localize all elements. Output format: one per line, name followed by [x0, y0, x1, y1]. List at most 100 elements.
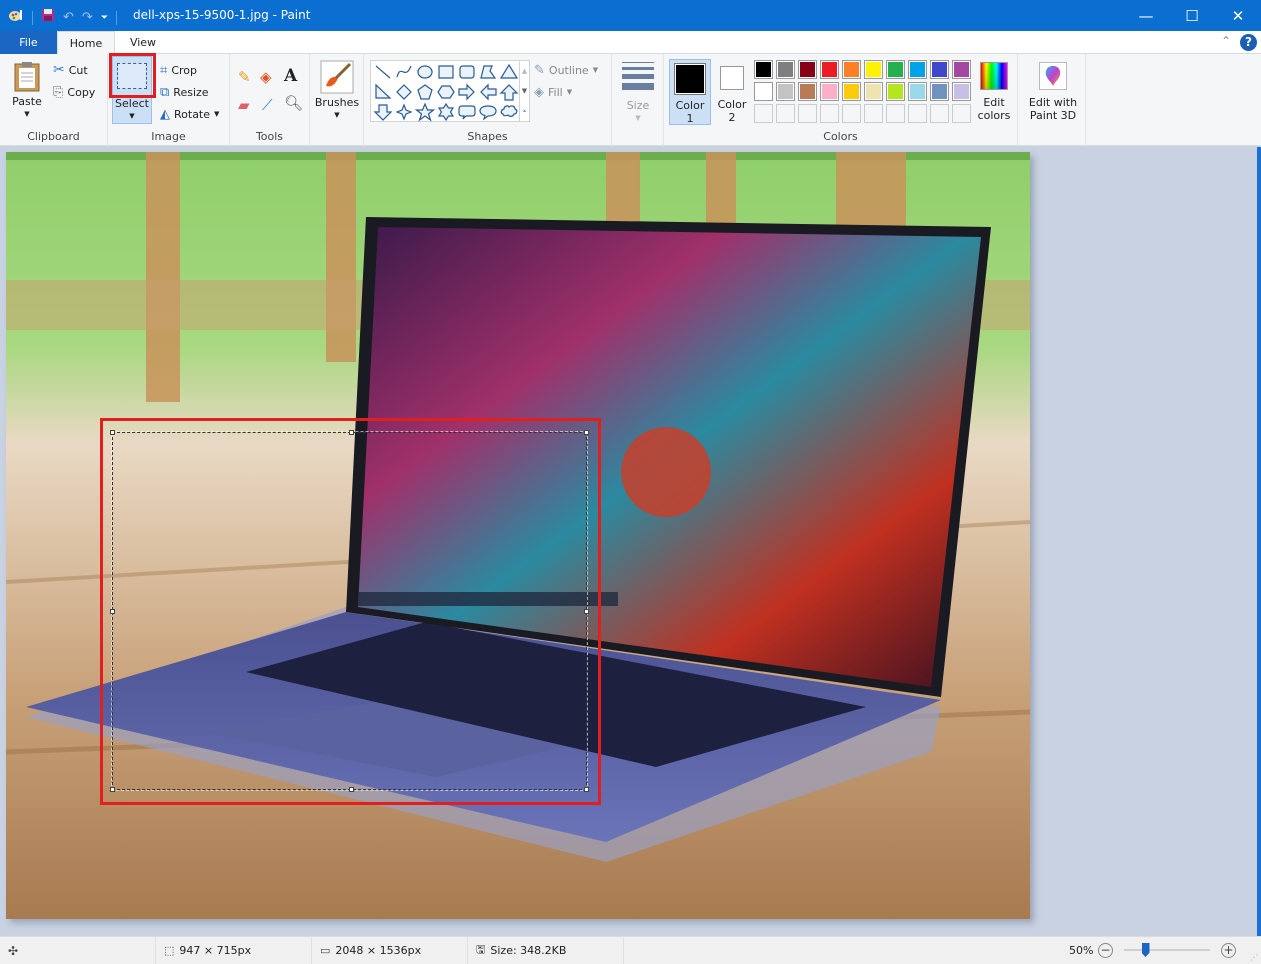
tab-file[interactable]: File	[0, 31, 57, 54]
palette-color-swatch[interactable]	[886, 82, 905, 101]
copy-button[interactable]: ⎘ Copy	[53, 82, 95, 102]
selection-handle[interactable]	[110, 430, 115, 435]
scroll-up-icon[interactable]: ▲	[520, 61, 529, 81]
maximize-button[interactable]: ☐	[1169, 0, 1215, 31]
cut-button[interactable]: ✂ Cut	[53, 60, 88, 80]
brushes-button[interactable]: Brushes ▼	[314, 58, 360, 124]
zoom-slider[interactable]	[1124, 943, 1210, 957]
palette-color-swatch[interactable]	[820, 60, 839, 79]
color-picker-icon[interactable]: ⟋	[262, 96, 273, 114]
palette-color-swatch[interactable]	[798, 82, 817, 101]
expand-gallery-icon[interactable]: ⩡	[520, 101, 529, 121]
fill-button[interactable]: ◈ Fill ▼	[534, 82, 572, 102]
palette-color-swatch[interactable]	[776, 60, 795, 79]
zoom-in-button[interactable]: +	[1221, 943, 1236, 958]
selection-marquee[interactable]	[110, 430, 589, 792]
rectangle-shape-icon[interactable]	[438, 65, 454, 79]
outline-button[interactable]: ✎ Outline ▼	[534, 60, 598, 80]
tab-home[interactable]: Home	[57, 31, 115, 55]
oval-shape-icon[interactable]	[417, 65, 433, 79]
curve-shape-icon[interactable]	[396, 65, 412, 78]
palette-color-swatch[interactable]	[776, 82, 795, 101]
left-arrow-shape-icon[interactable]	[480, 83, 497, 101]
color1-button[interactable]: Color 1	[669, 59, 711, 125]
five-point-star-shape-icon[interactable]	[414, 102, 436, 122]
palette-color-swatch[interactable]	[908, 82, 927, 101]
palette-color-swatch[interactable]	[952, 60, 971, 79]
palette-color-swatch[interactable]	[754, 82, 773, 101]
cloud-callout-shape-icon[interactable]	[500, 105, 518, 117]
custom-color-slot[interactable]	[842, 104, 861, 123]
eraser-icon[interactable]: ▰	[238, 96, 250, 114]
selection-handle[interactable]	[584, 787, 589, 792]
magnifier-icon[interactable]: 🔍︎	[284, 94, 303, 112]
custom-color-slot[interactable]	[820, 104, 839, 123]
zoom-slider-thumb[interactable]	[1141, 943, 1150, 957]
palette-color-swatch[interactable]	[952, 82, 971, 101]
custom-color-slot[interactable]	[798, 104, 817, 123]
palette-color-swatch[interactable]	[930, 60, 949, 79]
pentagon-shape-icon[interactable]	[417, 84, 433, 100]
palette-color-swatch[interactable]	[864, 60, 883, 79]
shapes-gallery-scroll[interactable]: ▲ ▼ ⩡	[520, 60, 530, 122]
custom-color-slot[interactable]	[754, 104, 773, 123]
right-triangle-shape-icon[interactable]	[375, 83, 392, 99]
palette-color-swatch[interactable]	[886, 60, 905, 79]
selection-handle[interactable]	[349, 430, 354, 435]
selection-handle[interactable]	[584, 430, 589, 435]
polygon-shape-icon[interactable]	[480, 65, 497, 79]
custom-color-slot[interactable]	[776, 104, 795, 123]
line-shape-icon[interactable]	[375, 65, 391, 79]
help-button[interactable]: ?	[1240, 34, 1257, 51]
paste-button[interactable]: Paste ▼	[6, 58, 48, 124]
resize-button[interactable]: ⧉ Resize	[160, 82, 209, 102]
six-point-star-shape-icon[interactable]	[437, 102, 455, 122]
selection-handle[interactable]	[349, 787, 354, 792]
custom-color-slot[interactable]	[908, 104, 927, 123]
paint-app-icon[interactable]	[8, 7, 24, 28]
oval-callout-shape-icon[interactable]	[479, 105, 497, 121]
diamond-shape-icon[interactable]	[396, 84, 412, 100]
palette-color-swatch[interactable]	[754, 60, 773, 79]
fill-bucket-icon[interactable]: ◈	[260, 68, 272, 86]
rounded-rectangle-shape-icon[interactable]	[459, 65, 475, 79]
crop-button[interactable]: ⌗ Crop	[160, 60, 197, 80]
resize-grip-icon[interactable]: ⋰	[1250, 953, 1258, 962]
palette-color-swatch[interactable]	[908, 60, 927, 79]
custom-color-slot[interactable]	[864, 104, 883, 123]
save-icon[interactable]	[41, 8, 55, 27]
palette-color-swatch[interactable]	[842, 82, 861, 101]
hexagon-shape-icon[interactable]	[437, 85, 455, 99]
selection-handle[interactable]	[110, 609, 115, 614]
close-button[interactable]: ✕	[1215, 0, 1261, 31]
palette-color-swatch[interactable]	[930, 82, 949, 101]
size-button[interactable]: Size ▼	[618, 60, 658, 122]
rounded-callout-shape-icon[interactable]	[458, 105, 476, 120]
palette-color-swatch[interactable]	[842, 60, 861, 79]
custom-color-slot[interactable]	[886, 104, 905, 123]
minimize-button[interactable]: —	[1123, 0, 1169, 31]
selection-handle[interactable]	[584, 609, 589, 614]
palette-color-swatch[interactable]	[798, 60, 817, 79]
redo-icon[interactable]: ↷	[82, 10, 93, 26]
edit-with-paint3d-button[interactable]: Edit with Paint 3D	[1022, 59, 1084, 125]
selection-handle[interactable]	[110, 787, 115, 792]
custom-color-slot[interactable]	[952, 104, 971, 123]
rotate-button[interactable]: ◭ Rotate ▼	[160, 104, 219, 124]
edit-colors-button[interactable]: Edit colors	[976, 59, 1012, 125]
undo-icon[interactable]: ↶	[63, 10, 74, 26]
custom-color-slot[interactable]	[930, 104, 949, 123]
tab-view[interactable]: View	[115, 31, 171, 54]
down-arrow-shape-icon[interactable]	[373, 104, 393, 121]
customize-dropdown-icon[interactable]: ⏷	[101, 10, 108, 26]
text-icon[interactable]: A	[284, 66, 297, 86]
scroll-down-icon[interactable]: ▼	[520, 81, 529, 101]
pencil-icon[interactable]: ✎	[238, 68, 251, 86]
triangle-shape-icon[interactable]	[499, 63, 519, 79]
zoom-out-button[interactable]: −	[1098, 943, 1113, 958]
right-arrow-shape-icon[interactable]	[458, 83, 475, 101]
four-point-star-shape-icon[interactable]	[395, 103, 413, 121]
collapse-ribbon-button[interactable]: ⌃	[1221, 34, 1231, 48]
palette-color-swatch[interactable]	[864, 82, 883, 101]
palette-color-swatch[interactable]	[820, 82, 839, 101]
